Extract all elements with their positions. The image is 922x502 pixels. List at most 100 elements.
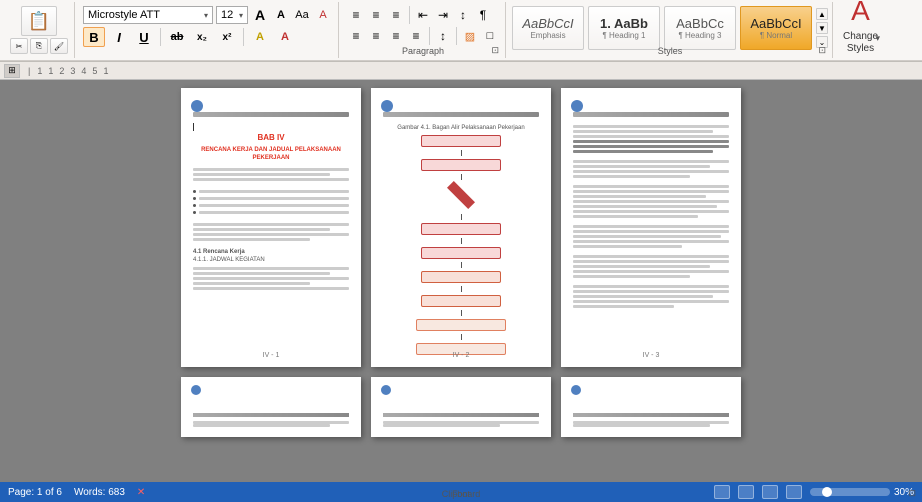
text-line [193, 282, 310, 285]
page-1: BAB IV RENCANA KERJA DAN JADUAL PELAKSAN… [181, 88, 361, 367]
subscript-button[interactable]: x₂ [191, 27, 213, 47]
style-heading3[interactable]: AaBbCc ¶ Heading 3 [664, 6, 736, 50]
page3-header [573, 112, 729, 117]
flow-diamond [447, 181, 475, 209]
format-painter-button[interactable]: 🖌 [50, 38, 68, 54]
styles-scroll-up[interactable]: ▲ [816, 8, 828, 20]
clear-format-button[interactable]: A [314, 6, 332, 24]
style-normal-tag: ¶ Normal [760, 31, 792, 40]
bold-button[interactable]: B [83, 27, 105, 47]
align-left-button[interactable]: ≡ [347, 27, 365, 45]
shrink-font-button[interactable]: A [272, 6, 290, 24]
flow-arrow [461, 334, 462, 340]
font-size-value: 12 [221, 9, 233, 21]
grow-font-button[interactable]: A [251, 6, 269, 24]
styles-scroll: ▲ ▼ ⌄ [816, 6, 828, 50]
numbering-button[interactable]: ≡ [367, 6, 385, 24]
style-normal[interactable]: AaBbCcI ¶ Normal [740, 6, 812, 50]
increase-indent-button[interactable]: ⇥ [434, 6, 452, 24]
text-line [193, 424, 330, 427]
change-case-button[interactable]: Aa [293, 6, 311, 24]
flow-arrow [461, 238, 462, 244]
font-section: Microstyle ATT ▾ 12 ▾ A A Aa A B I U ab … [77, 2, 339, 58]
change-styles-section[interactable]: A ChangeStyles ▾ [835, 2, 886, 58]
border-button[interactable]: □ [481, 27, 499, 45]
styles-scroll-down[interactable]: ▼ [816, 22, 828, 34]
superscript-button[interactable]: x² [216, 27, 238, 47]
page1-circle [191, 100, 203, 112]
flow-arrow [461, 174, 462, 180]
error-indicator[interactable]: ✕ [137, 487, 145, 498]
status-right: 30% [714, 485, 914, 499]
dense-line [573, 305, 674, 308]
dense-line [573, 190, 729, 193]
underline-button[interactable]: U [133, 27, 155, 47]
dense-line [573, 265, 710, 268]
dense-line [573, 295, 713, 298]
bullets-button[interactable]: ≡ [347, 6, 365, 24]
styles-expand-button[interactable]: ⊡ [816, 45, 828, 56]
view-outline-button[interactable] [762, 485, 778, 499]
cut-button[interactable]: ✂ [10, 38, 28, 54]
dense-line [573, 275, 690, 278]
page-5 [371, 377, 551, 437]
view-print-button[interactable] [714, 485, 730, 499]
align-center-button[interactable]: ≡ [367, 27, 385, 45]
view-selector[interactable]: ⊞ [4, 64, 20, 78]
sort-button[interactable]: ↕ [454, 6, 472, 24]
zoom-slider[interactable] [810, 488, 890, 496]
page5-circle [381, 385, 391, 395]
ribbon: 📋 ✂ ⎘ 🖌 Clipboard Microstyle ATT ▾ 12 ▾ [0, 0, 922, 62]
font-size-arrow: ▾ [239, 11, 243, 20]
italic-button[interactable]: I [108, 27, 130, 47]
font-name-dropdown[interactable]: Microstyle ATT ▾ [83, 6, 213, 24]
align-right-button[interactable]: ≡ [387, 27, 405, 45]
style-emphasis[interactable]: AaBbCcI Emphasis [512, 6, 584, 50]
line-spacing-button[interactable]: ↕ [434, 27, 452, 45]
flow-box-5 [421, 271, 501, 283]
view-web-button[interactable] [738, 485, 754, 499]
paste-button[interactable]: 📋 [21, 6, 57, 36]
page1-footer: IV - 1 [181, 352, 361, 359]
bullet-dot [193, 197, 196, 200]
dense-line [573, 285, 729, 288]
page2-circle [381, 100, 393, 112]
dense-line [573, 240, 729, 243]
dense-line [573, 215, 698, 218]
shading-button[interactable]: ▨ [461, 27, 479, 45]
highlight-color-button[interactable]: A [249, 27, 271, 47]
multilevel-list-button[interactable]: ≡ [387, 6, 405, 24]
view-draft-button[interactable] [786, 485, 802, 499]
text-line [193, 223, 349, 226]
dense-line [573, 210, 729, 213]
page6-header [573, 413, 729, 417]
page-6 [561, 377, 741, 437]
style-emphasis-preview: AaBbCcI [522, 16, 573, 31]
page3-circle [571, 100, 583, 112]
style-heading3-preview: AaBbCc [676, 16, 724, 31]
paragraph-section: ≡ ≡ ≡ ⇤ ⇥ ↕ ¶ ≡ ≡ ≡ ≡ ↕ ▨ □ Paragraph [341, 2, 506, 58]
text-line [193, 277, 349, 280]
copy-button[interactable]: ⎘ [30, 38, 48, 54]
text-line [193, 178, 349, 181]
page1-body: 4.1 Rencana Kerja 4.1.1. JADWAL KEGIATAN [193, 168, 349, 290]
font-color-button[interactable]: A [274, 27, 296, 47]
dense-line [573, 130, 713, 133]
font-expand-button[interactable]: ⊡ [906, 488, 918, 499]
cursor [193, 123, 194, 131]
show-all-button[interactable]: ¶ [474, 6, 492, 24]
dense-line [573, 135, 729, 138]
bullet-dot [193, 211, 196, 214]
decrease-indent-button[interactable]: ⇤ [414, 6, 432, 24]
dense-line [573, 145, 729, 148]
justify-button[interactable]: ≡ [407, 27, 425, 45]
bullet-dot [193, 204, 196, 207]
strikethrough-button[interactable]: ab [166, 27, 188, 47]
font-size-dropdown[interactable]: 12 ▾ [216, 6, 248, 24]
paragraph-expand-button[interactable]: ⊡ [489, 45, 501, 56]
style-heading1[interactable]: 1. AaBb ¶ Heading 1 [588, 6, 660, 50]
bullet-line [199, 190, 349, 193]
flow-arrow [461, 150, 462, 156]
page4-header [193, 413, 349, 417]
words-info: Words: 683 [74, 487, 125, 498]
